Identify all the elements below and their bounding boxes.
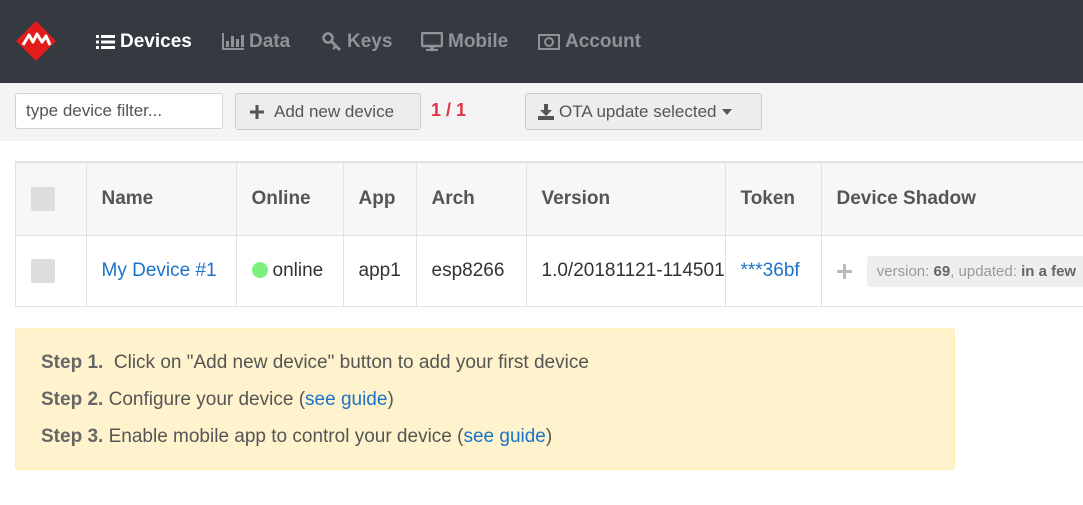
nav-mobile[interactable]: Mobile bbox=[421, 0, 508, 83]
select-all-header bbox=[16, 162, 87, 236]
shadow-updated-value: in a few bbox=[1021, 262, 1077, 280]
header-online[interactable]: Online bbox=[235, 162, 344, 236]
top-navbar: Devices Data Keys Mobile Account bbox=[0, 0, 1083, 83]
nav-devices[interactable]: Devices bbox=[96, 0, 192, 83]
nav-data[interactable]: Data bbox=[222, 0, 290, 83]
row-checkbox[interactable] bbox=[31, 259, 55, 283]
online-cell: online bbox=[235, 235, 344, 306]
nav-account[interactable]: Account bbox=[538, 0, 641, 83]
nav-data-label: Data bbox=[249, 30, 291, 52]
nav-keys[interactable]: Keys bbox=[322, 0, 392, 83]
list-icon bbox=[96, 34, 115, 49]
device-name-cell: My Device #1 bbox=[85, 235, 237, 306]
add-device-label: Add new device bbox=[274, 101, 395, 121]
nav-account-label: Account bbox=[565, 30, 641, 52]
step-1-label: Step 1. bbox=[41, 352, 104, 373]
step-2: Step 2. Configure your device (see guide… bbox=[41, 389, 394, 411]
header-token[interactable]: Token bbox=[724, 162, 822, 236]
add-device-button[interactable]: Add new device bbox=[235, 93, 421, 130]
header-version[interactable]: Version bbox=[525, 162, 726, 236]
step-2-label: Step 2. bbox=[41, 389, 104, 410]
shadow-updated-label: , updated: bbox=[950, 262, 1017, 280]
step-3-end: ) bbox=[545, 426, 553, 447]
step-3-guide-link[interactable]: see guide bbox=[463, 426, 545, 447]
ota-update-button[interactable]: OTA update selected bbox=[525, 93, 762, 130]
logo[interactable] bbox=[15, 20, 57, 62]
header-name[interactable]: Name bbox=[85, 162, 237, 236]
caret-down-icon bbox=[721, 108, 732, 115]
download-icon bbox=[538, 103, 554, 120]
device-shadow-cell: version: 69, updated: in a few bbox=[820, 235, 1083, 306]
device-filter-input[interactable] bbox=[15, 93, 223, 129]
shadow-version-value: 69 bbox=[933, 262, 951, 280]
step-3: Step 3. Enable mobile app to control you… bbox=[41, 426, 552, 448]
app-cell: app1 bbox=[342, 235, 417, 306]
step-1-text: Click on "Add new device" button to add … bbox=[113, 352, 589, 373]
row-select-cell bbox=[16, 235, 87, 306]
table-header-row: Name Online App Arch Version Token Devic… bbox=[16, 162, 1083, 236]
header-arch[interactable]: Arch bbox=[415, 162, 527, 236]
device-shadow-summary[interactable]: version: 69, updated: in a few bbox=[866, 255, 1083, 287]
devices-table: Name Online App Arch Version Token Devic… bbox=[15, 161, 1083, 307]
token-link[interactable]: ***36bf bbox=[741, 260, 800, 281]
step-1: Step 1. Click on "Add new device" button… bbox=[41, 352, 589, 374]
step-2-guide-link[interactable]: see guide bbox=[305, 389, 387, 410]
monitor-icon bbox=[421, 32, 443, 51]
step-2-text: Configure your device ( bbox=[108, 389, 306, 410]
device-count: 1 / 1 bbox=[431, 100, 467, 120]
token-cell: ***36bf bbox=[724, 235, 822, 306]
step-3-label: Step 3. bbox=[41, 426, 104, 447]
nav-devices-label: Devices bbox=[120, 30, 192, 52]
step-2-end: ) bbox=[387, 389, 394, 410]
ota-update-label: OTA update selected bbox=[559, 101, 717, 121]
arch-cell: esp8266 bbox=[415, 235, 527, 306]
getting-started-steps: Step 1. Click on "Add new device" button… bbox=[15, 328, 955, 470]
plus-icon bbox=[250, 104, 264, 119]
online-status-text: online bbox=[272, 260, 324, 281]
nav-mobile-label: Mobile bbox=[448, 30, 509, 52]
version-cell: 1.0/20181121-114501 bbox=[525, 235, 726, 306]
select-all-checkbox[interactable] bbox=[31, 187, 55, 211]
online-status-dot bbox=[251, 262, 268, 278]
shadow-version-label: version: bbox=[876, 262, 930, 280]
bar-chart-icon bbox=[222, 33, 244, 50]
header-device-shadow[interactable]: Device Shadow bbox=[820, 162, 1083, 236]
nav-keys-label: Keys bbox=[347, 30, 393, 52]
header-app[interactable]: App bbox=[342, 162, 417, 236]
key-icon bbox=[322, 31, 342, 51]
money-icon bbox=[538, 33, 560, 50]
step-3-text: Enable mobile app to control your device… bbox=[108, 426, 464, 447]
table-row: My Device #1 online app1 esp8266 1.0/201… bbox=[16, 235, 1083, 306]
device-name-link[interactable]: My Device #1 bbox=[102, 260, 217, 281]
plus-icon[interactable] bbox=[836, 263, 852, 279]
